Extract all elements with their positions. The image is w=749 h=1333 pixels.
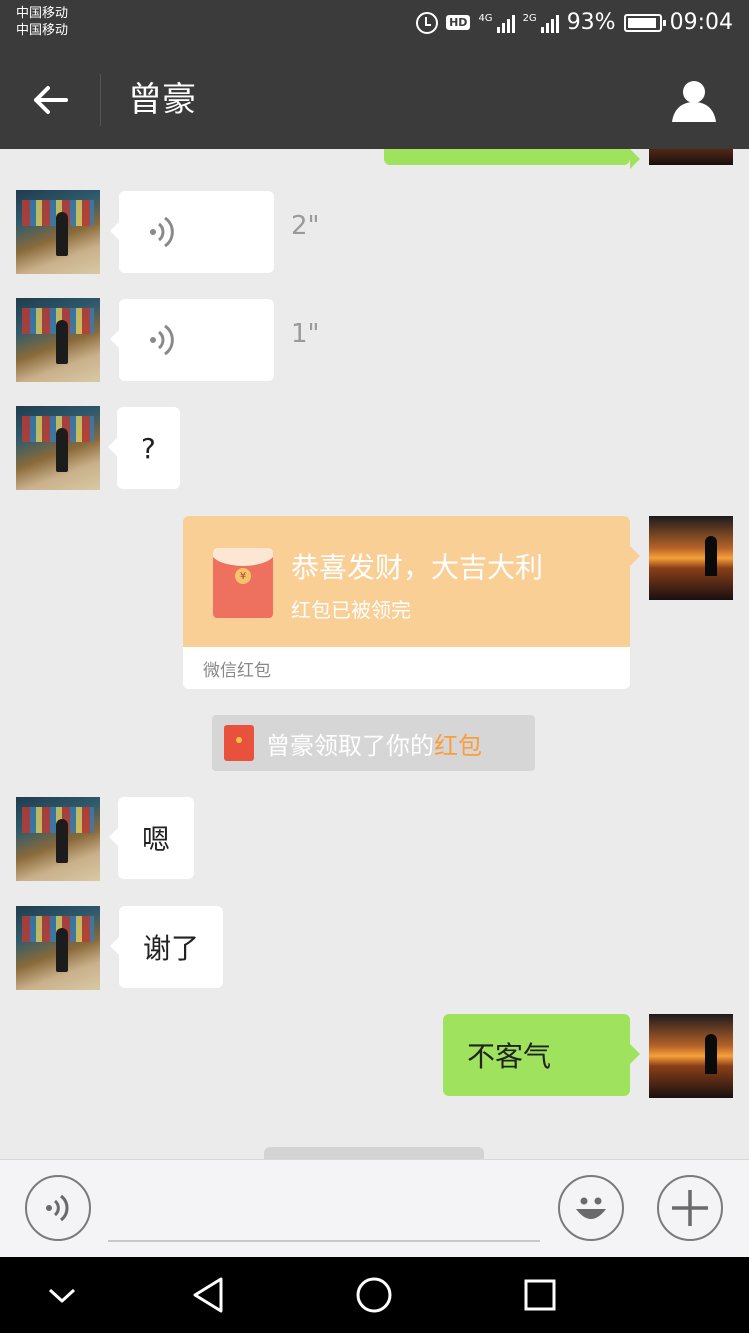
- red-packet-status: 红包已被领完: [291, 598, 411, 622]
- text-message-bubble[interactable]: 谢了: [109, 906, 224, 988]
- nav-home-button[interactable]: [352, 1275, 396, 1315]
- red-packet-greeting: 恭喜发财，大吉大利: [291, 551, 544, 584]
- back-button[interactable]: [24, 78, 76, 122]
- message-text: 不客气: [467, 1040, 552, 1073]
- person-icon: [672, 81, 716, 122]
- text-message-bubble[interactable]: ?: [108, 407, 180, 489]
- red-packet-label: 微信红包: [203, 661, 271, 681]
- text-message-bubble[interactable]: 不客气: [443, 1014, 640, 1096]
- carrier-2: 中国移动: [16, 23, 69, 38]
- avatar-self[interactable]: [649, 516, 733, 600]
- signal-2-icon: 2G: [523, 13, 559, 33]
- voice-message-bubble[interactable]: [110, 299, 274, 381]
- avatar-self[interactable]: [649, 149, 733, 165]
- system-nav-bar: [0, 1257, 749, 1333]
- avatar-friend[interactable]: [16, 797, 100, 881]
- avatar-friend[interactable]: [16, 298, 100, 382]
- hd-icon: HD: [446, 15, 471, 30]
- notice-body: 曾豪领取了你的: [266, 731, 434, 760]
- emoji-button[interactable]: [558, 1175, 624, 1241]
- voice-duration: 1": [291, 319, 320, 349]
- red-packet-icon: [224, 725, 254, 761]
- status-icons: HD 4G 2G 93% 09:04: [416, 10, 733, 35]
- voice-duration: 2": [291, 211, 320, 241]
- recents-square-icon: [524, 1279, 556, 1311]
- message-input[interactable]: [108, 1182, 540, 1242]
- avatar-friend[interactable]: [16, 406, 100, 490]
- text-message-bubble[interactable]: 嗯: [108, 797, 195, 879]
- avatar-friend[interactable]: [16, 906, 100, 990]
- notice-text: 曾豪领取了你的红包: [266, 726, 482, 761]
- battery-percent: 93%: [566, 10, 616, 35]
- input-bar: [0, 1159, 749, 1257]
- status-bar: 中国移动 中国移动 HD 4G 2G 93% 09:04: [0, 0, 749, 52]
- alarm-icon: [416, 11, 439, 34]
- plus-icon: [672, 1190, 708, 1226]
- message-bubble-partial[interactable]: [384, 149, 640, 169]
- carrier-info: 中国移动 中国移动: [16, 5, 68, 39]
- battery-icon: [623, 13, 666, 32]
- emoji-icon: [576, 1197, 606, 1219]
- red-packet-card[interactable]: ¥ 恭喜发财，大吉大利 红包已被领完 微信红包: [183, 516, 640, 689]
- voice-input-button[interactable]: [25, 1175, 91, 1241]
- back-triangle-icon: [193, 1277, 223, 1313]
- voice-input-icon: [46, 1194, 69, 1222]
- avatar-self[interactable]: [649, 1014, 733, 1098]
- message-list[interactable]: 2" 1" ? ¥ 恭喜发财，大吉大利 红包已被领完 微信红包 曾豪领取了你的红…: [0, 149, 749, 1159]
- header-divider: [100, 74, 101, 126]
- scroll-handle[interactable]: [264, 1147, 484, 1159]
- carrier-1: 中国移动: [16, 6, 69, 21]
- sim2-network-tag: 2G: [522, 12, 537, 24]
- more-button[interactable]: [657, 1175, 723, 1241]
- message-text: 嗯: [142, 823, 171, 856]
- red-packet-link[interactable]: 红包: [434, 732, 482, 760]
- hide-nav-button[interactable]: [40, 1275, 84, 1315]
- message-text: ?: [141, 431, 156, 465]
- signal-1-icon: 4G: [478, 12, 515, 33]
- chevron-down-icon: [48, 1288, 76, 1303]
- voice-wave-icon: [150, 216, 174, 248]
- coin-icon: ¥: [235, 568, 251, 584]
- sim1-network-tag: 4G: [478, 12, 493, 24]
- nav-back-button[interactable]: [186, 1275, 230, 1315]
- voice-wave-icon: [150, 324, 174, 356]
- voice-message-bubble[interactable]: [110, 191, 274, 273]
- chat-title: 曾豪: [128, 80, 196, 120]
- chat-header: 曾豪: [0, 52, 749, 149]
- chat-info-button[interactable]: [669, 78, 719, 124]
- nav-recents-button[interactable]: [518, 1275, 562, 1315]
- arrow-left-icon: [34, 86, 68, 114]
- avatar-friend[interactable]: [16, 190, 100, 274]
- clock: 09:04: [669, 10, 733, 35]
- home-circle-icon: [356, 1277, 392, 1313]
- red-envelope-icon: ¥: [213, 548, 273, 618]
- system-notice: 曾豪领取了你的红包: [212, 715, 535, 771]
- message-text: 谢了: [143, 932, 200, 965]
